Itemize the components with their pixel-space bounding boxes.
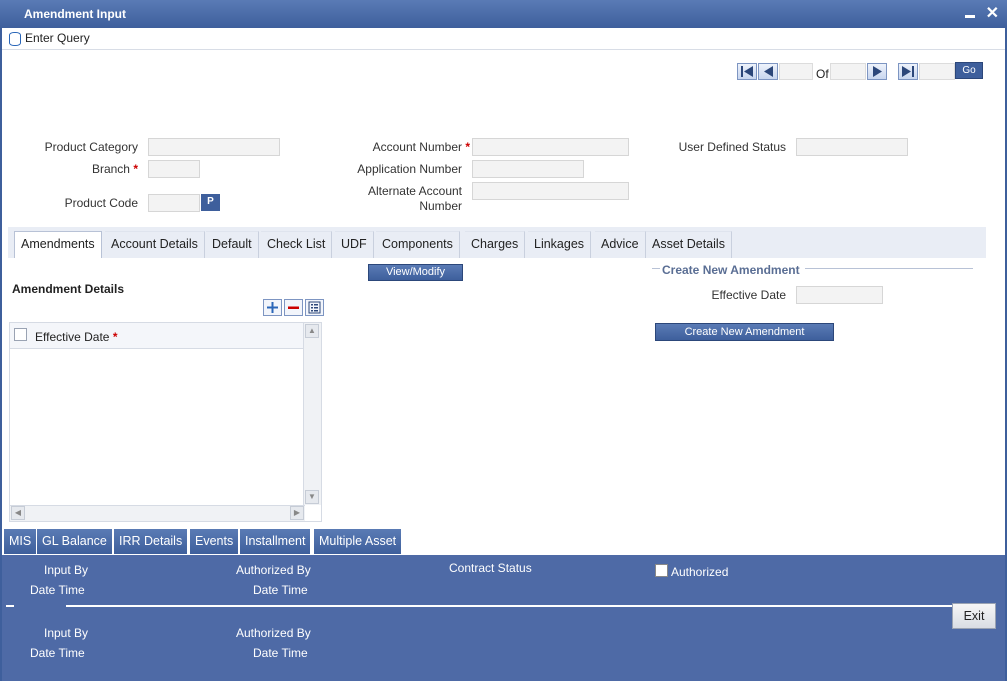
user-defined-status-field[interactable] (796, 138, 908, 156)
single-view-button[interactable] (305, 299, 324, 316)
amendment-details-title: Amendment Details (12, 282, 125, 296)
main-tabs: Amendments Account Details Default Check… (8, 227, 986, 258)
grid-horizontal-scrollbar[interactable]: ◀ ▶ (10, 505, 305, 521)
section-rule-left (652, 268, 660, 269)
first-record-button[interactable] (737, 63, 757, 80)
alternate-account-number-field[interactable] (472, 182, 629, 200)
tab-advice[interactable]: Advice (595, 231, 646, 258)
authorized-date-time-label: Date Time (253, 583, 308, 597)
product-category-label: Product Category (44, 140, 138, 154)
account-number-field[interactable] (472, 138, 629, 156)
col-effective-date: Effective Date * (35, 330, 118, 344)
user-defined-status-label: User Defined Status (678, 140, 786, 154)
account-number-label: Account Number * (372, 140, 470, 154)
enter-query-button[interactable]: Enter Query (8, 31, 90, 46)
product-code-field[interactable] (148, 194, 200, 212)
amendment-details-grid: Effective Date * ▲ ▼ ◀ ▶ (9, 322, 322, 522)
tab-amendments[interactable]: Amendments (14, 231, 102, 258)
minus-icon (288, 306, 299, 309)
product-lookup-button[interactable]: P (201, 194, 220, 211)
create-amendment-section-title: Create New Amendment (662, 263, 800, 277)
alternate-account-label-line2: Number (419, 199, 462, 213)
tab-installment[interactable]: Installment (240, 529, 312, 554)
grid-header-row: Effective Date * (10, 323, 303, 349)
grid-vertical-scrollbar[interactable]: ▲ ▼ (303, 323, 321, 505)
tab-check-list[interactable]: Check List (261, 231, 333, 258)
footer-divider (66, 605, 952, 607)
previous-icon (764, 66, 773, 77)
plus-icon (267, 302, 278, 313)
scroll-left-icon[interactable]: ◀ (11, 506, 25, 520)
go-button[interactable]: Go (955, 62, 983, 79)
tab-gl-balance[interactable]: GL Balance (37, 529, 113, 554)
next-icon (873, 66, 882, 77)
delete-row-button[interactable] (284, 299, 303, 316)
of-label: Of (816, 67, 829, 81)
bottom-tabs: MIS GL Balance IRR Details Events Instal… (2, 527, 1005, 555)
branch-label: Branch * (91, 162, 138, 176)
product-code-label: Product Code (64, 196, 138, 210)
audit-footer: Input By Date Time Authorized By Date Ti… (2, 555, 1005, 681)
enter-query-label: Enter Query (25, 31, 90, 45)
toolbar: Enter Query (2, 28, 1005, 50)
effective-date-field[interactable] (796, 286, 883, 304)
input-by-label: Input By (44, 563, 89, 577)
authorized-checkbox[interactable] (655, 564, 668, 577)
authorized-label: Authorized (671, 565, 729, 579)
close-icon[interactable]: ✕ (986, 3, 999, 23)
tab-account-details[interactable]: Account Details (105, 231, 205, 258)
contract-status-label: Contract Status (449, 561, 532, 575)
next-record-button[interactable] (867, 63, 887, 80)
alternate-account-label: Alternate Account (367, 184, 462, 198)
exit-button[interactable]: Exit (952, 603, 996, 629)
tab-irr-details[interactable]: IRR Details (114, 529, 189, 554)
add-row-button[interactable] (263, 299, 282, 316)
tab-charges[interactable]: Charges (465, 231, 526, 258)
application-number-label: Application Number (357, 162, 462, 176)
first-icon (741, 66, 753, 77)
database-icon (8, 31, 22, 46)
window-titlebar: Amendment Input ✕ (0, 0, 1007, 28)
tab-components[interactable]: Components (376, 231, 460, 258)
branch-field[interactable] (148, 160, 200, 178)
last-record-button[interactable] (898, 63, 918, 80)
current-record-field[interactable] (779, 63, 813, 80)
tab-udf[interactable]: UDF (335, 231, 374, 258)
footer-divider-left (6, 605, 14, 607)
section-rule-right (805, 268, 973, 269)
select-all-checkbox[interactable] (14, 328, 27, 341)
tab-linkages[interactable]: Linkages (528, 231, 592, 258)
scroll-up-icon[interactable]: ▲ (305, 324, 319, 338)
tab-asset-details[interactable]: Asset Details (646, 231, 732, 258)
product-category-field[interactable] (148, 138, 280, 156)
create-new-amendment-button[interactable]: Create New Amendment (655, 323, 834, 341)
tab-events[interactable]: Events (190, 529, 240, 554)
tab-multiple-asset[interactable]: Multiple Asset (314, 529, 403, 554)
total-records-field (830, 63, 866, 80)
application-number-field[interactable] (472, 160, 584, 178)
effective-date-label: Effective Date (711, 288, 786, 302)
last-icon (902, 66, 914, 77)
scroll-down-icon[interactable]: ▼ (305, 490, 319, 504)
date-time-label-2: Date Time (30, 646, 85, 660)
authorized-date-time-label-2: Date Time (253, 646, 308, 660)
previous-record-button[interactable] (758, 63, 778, 80)
minimize-icon[interactable] (963, 4, 977, 22)
view-modify-button[interactable]: View/Modify (368, 264, 463, 281)
tab-mis[interactable]: MIS (4, 529, 38, 554)
scroll-right-icon[interactable]: ▶ (290, 506, 304, 520)
authorized-by-label: Authorized By (236, 563, 311, 577)
authorized-by-label-2: Authorized By (236, 626, 311, 640)
list-icon (308, 301, 321, 314)
date-time-label: Date Time (30, 583, 85, 597)
goto-record-field[interactable] (919, 63, 955, 80)
window-title: Amendment Input (24, 7, 126, 21)
input-by-label-2: Input By (44, 626, 89, 640)
tab-default[interactable]: Default (206, 231, 259, 258)
